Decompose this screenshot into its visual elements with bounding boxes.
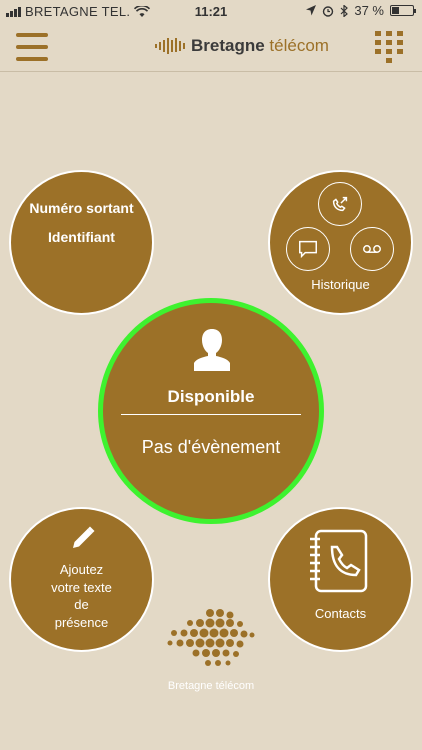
bluetooth-icon — [340, 4, 349, 17]
brand-name-light: télécom — [269, 36, 329, 55]
footer-brand: Bretagne télécom — [167, 680, 255, 692]
brand-dots-icon — [167, 609, 255, 666]
address-book-icon — [310, 529, 368, 593]
alarm-icon — [323, 5, 334, 17]
contacts-label: Contacts — [314, 606, 367, 621]
person-icon — [194, 329, 230, 371]
contacts-button[interactable]: Contacts — [268, 507, 413, 652]
presence-text-line: votre texte — [51, 579, 112, 595]
history-button[interactable]: Historique — [268, 170, 413, 315]
divider — [121, 414, 301, 415]
dialpad-icon — [375, 31, 403, 63]
chat-bubble-icon — [286, 227, 330, 271]
presence-status: Disponible — [167, 387, 255, 406]
brand-name: Bretagne télécom — [191, 36, 329, 56]
presence-text-label: Ajoutez votre texte de présence — [11, 561, 152, 631]
presence-text-button[interactable]: Ajoutez votre texte de présence — [9, 507, 154, 652]
hamburger-icon-bar — [16, 45, 48, 49]
dialpad-button[interactable] — [374, 30, 404, 64]
event-status: Pas d'évènement — [141, 437, 281, 457]
location-icon — [306, 5, 317, 16]
outgoing-number-label: Numéro sortant — [29, 200, 134, 216]
status-bar: BRETAGNE TEL. 11:21 37 % — [0, 0, 422, 22]
menu-button[interactable] — [16, 33, 48, 61]
brand-name-bold: Bretagne — [191, 36, 265, 55]
pencil-icon — [73, 526, 95, 548]
hamburger-icon — [16, 33, 48, 37]
presence-text-line: Ajoutez — [59, 562, 104, 577]
presence-text-line: présence — [54, 614, 109, 630]
footer-logo: Bretagne télécom — [163, 607, 259, 697]
battery-percent: 37 % — [354, 3, 384, 18]
outgoing-number-button[interactable]: Numéro sortant Identifiant — [9, 170, 154, 315]
presence-text-line: de — [74, 597, 89, 612]
missed-call-icon — [318, 182, 362, 226]
brand-mark-icon — [155, 38, 185, 54]
battery-icon — [390, 5, 416, 16]
presence-status-button[interactable]: Disponible Pas d'évènement — [98, 298, 324, 524]
history-label: Historique — [311, 277, 370, 292]
identifier-label: Identifiant — [48, 229, 115, 245]
voicemail-icon — [350, 227, 394, 271]
app-logo: Bretagne télécom — [155, 36, 329, 56]
app-header: Bretagne télécom — [0, 22, 422, 72]
hamburger-icon-bar — [16, 57, 48, 61]
